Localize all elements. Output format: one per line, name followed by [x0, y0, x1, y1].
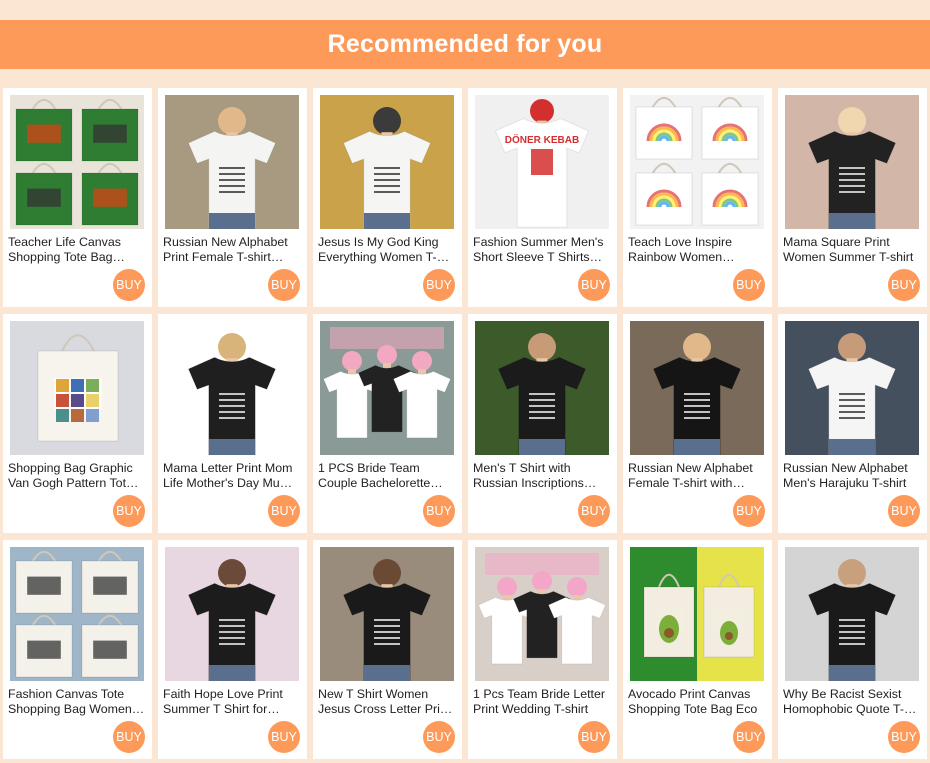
product-image[interactable] [630, 547, 764, 681]
buy-button[interactable]: BUY [733, 495, 765, 527]
product-card[interactable]: New T Shirt Women Jesus Cross Letter Pri… [313, 540, 462, 759]
buy-button[interactable]: BUY [733, 269, 765, 301]
product-image[interactable] [10, 321, 144, 455]
product-title[interactable]: New T Shirt Women Jesus Cross Letter Pri… [318, 687, 455, 717]
product-card[interactable]: Faith Hope Love Print Summer T Shirt for… [158, 540, 307, 759]
buy-button[interactable]: BUY [578, 269, 610, 301]
product-card[interactable]: Mama Square Print Women Summer T-shirt BU… [778, 88, 927, 307]
product-image[interactable] [320, 95, 454, 229]
recommended-header: Recommended for you [0, 20, 930, 69]
buy-button[interactable]: BUY [888, 721, 920, 753]
product-grid: Teacher Life Canvas Shopping Tote Bag Te… [3, 88, 927, 759]
buy-button[interactable]: BUY [423, 721, 455, 753]
product-image[interactable] [320, 547, 454, 681]
buy-button[interactable]: BUY [268, 721, 300, 753]
product-title[interactable]: Jesus Is My God King Everything Women T-… [318, 235, 455, 265]
buy-button[interactable]: BUY [733, 721, 765, 753]
product-image[interactable]: DÖNER KEBAB [475, 95, 609, 229]
buy-button[interactable]: BUY [888, 269, 920, 301]
buy-button[interactable]: BUY [113, 269, 145, 301]
product-title[interactable]: Fashion Canvas Tote Shopping Bag Women Q… [8, 687, 145, 717]
product-image[interactable] [475, 321, 609, 455]
product-image[interactable] [785, 95, 919, 229]
product-card[interactable]: Fashion Canvas Tote Shopping Bag Women Q… [3, 540, 152, 759]
product-title[interactable]: Teacher Life Canvas Shopping Tote Bag Te… [8, 235, 145, 265]
product-card[interactable]: Mama Letter Print Mom Life Mother's Day … [158, 314, 307, 533]
product-card[interactable]: Teacher Life Canvas Shopping Tote Bag Te… [3, 88, 152, 307]
product-title[interactable]: Russian New Alphabet Men's Harajuku T-sh… [783, 461, 920, 491]
buy-button[interactable]: BUY [268, 269, 300, 301]
product-card[interactable]: 1 Pcs Team Bride Letter Print Wedding T-… [468, 540, 617, 759]
product-image[interactable] [785, 547, 919, 681]
buy-button[interactable]: BUY [423, 495, 455, 527]
product-card[interactable]: Why Be Racist Sexist Homophobic Quote T-… [778, 540, 927, 759]
buy-button[interactable]: BUY [113, 721, 145, 753]
product-title[interactable]: Fashion Summer Men's Short Sleeve T Shir… [473, 235, 610, 265]
product-card[interactable]: Shopping Bag Graphic Van Gogh Pattern To… [3, 314, 152, 533]
product-image[interactable] [630, 321, 764, 455]
buy-button[interactable]: BUY [888, 495, 920, 527]
product-title[interactable]: Faith Hope Love Print Summer T Shirt for… [163, 687, 300, 717]
product-card[interactable]: Men's T Shirt with Russian Inscriptions … [468, 314, 617, 533]
product-title[interactable]: Avocado Print Canvas Shopping Tote Bag E… [628, 687, 765, 717]
product-image[interactable] [475, 547, 609, 681]
product-card[interactable]: Russian New Alphabet Female T-shirt with… [623, 314, 772, 533]
product-title[interactable]: Russian New Alphabet Print Female T-shir… [163, 235, 300, 265]
product-card[interactable]: Russian New Alphabet Print Female T-shir… [158, 88, 307, 307]
product-title[interactable]: Shopping Bag Graphic Van Gogh Pattern To… [8, 461, 145, 491]
product-title[interactable]: Teach Love Inspire Rainbow Women Canvas … [628, 235, 765, 265]
product-image[interactable] [630, 95, 764, 229]
product-title[interactable]: Mama Square Print Women Summer T-shirt [783, 235, 920, 265]
product-title[interactable]: 1 PCS Bride Team Couple Bachelorette Par… [318, 461, 455, 491]
product-image[interactable] [165, 321, 299, 455]
product-image[interactable] [10, 95, 144, 229]
buy-button[interactable]: BUY [113, 495, 145, 527]
buy-button[interactable]: BUY [578, 495, 610, 527]
product-image[interactable] [10, 547, 144, 681]
product-image[interactable] [785, 321, 919, 455]
product-card[interactable]: DÖNER KEBAB Fashion Summer Men's Short Sl… [468, 88, 617, 307]
product-image[interactable] [165, 547, 299, 681]
product-card[interactable]: Teach Love Inspire Rainbow Women Canvas … [623, 88, 772, 307]
product-title[interactable]: 1 Pcs Team Bride Letter Print Wedding T-… [473, 687, 610, 717]
product-image[interactable] [320, 321, 454, 455]
product-card[interactable]: Russian New Alphabet Men's Harajuku T-sh… [778, 314, 927, 533]
product-title[interactable]: Russian New Alphabet Female T-shirt with… [628, 461, 765, 491]
product-title[interactable]: Mama Letter Print Mom Life Mother's Day … [163, 461, 300, 491]
buy-button[interactable]: BUY [578, 721, 610, 753]
product-image[interactable] [165, 95, 299, 229]
product-title[interactable]: Why Be Racist Sexist Homophobic Quote T-… [783, 687, 920, 717]
product-card[interactable]: Jesus Is My God King Everything Women T-… [313, 88, 462, 307]
product-card[interactable]: 1 PCS Bride Team Couple Bachelorette Par… [313, 314, 462, 533]
buy-button[interactable]: BUY [268, 495, 300, 527]
product-card[interactable]: Avocado Print Canvas Shopping Tote Bag E… [623, 540, 772, 759]
buy-button[interactable]: BUY [423, 269, 455, 301]
product-title[interactable]: Men's T Shirt with Russian Inscriptions … [473, 461, 610, 491]
svg-text:DÖNER KEBAB: DÖNER KEBAB [505, 133, 579, 146]
